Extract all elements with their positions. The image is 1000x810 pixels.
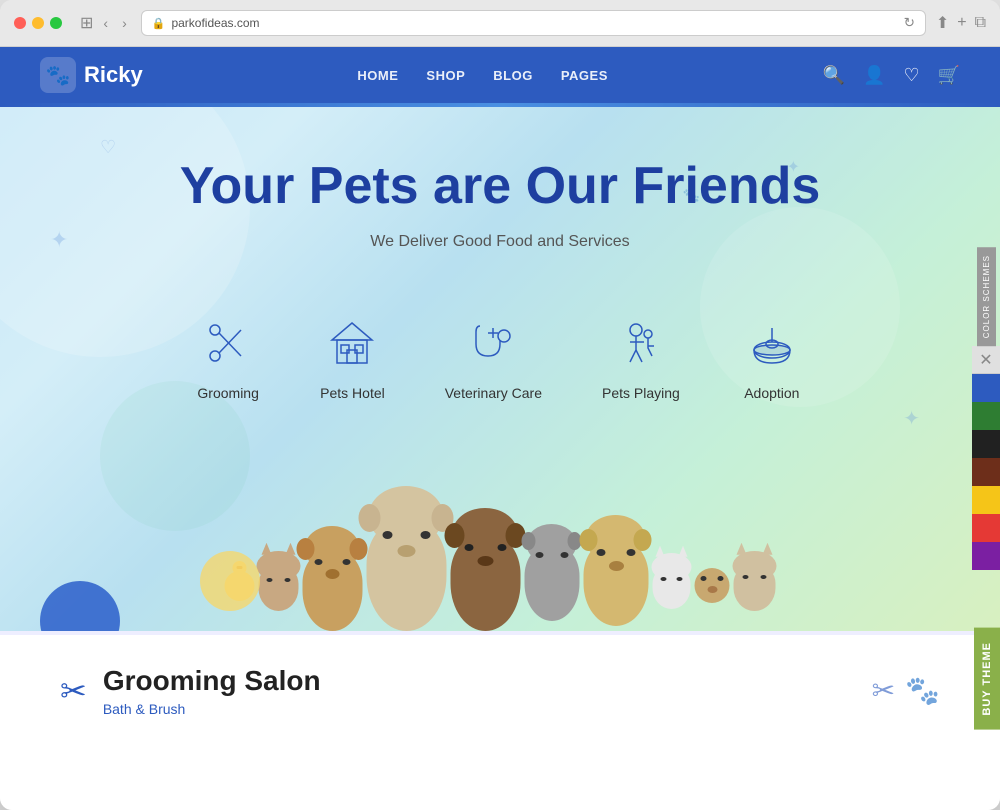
- browser-window: ⊞ ‹ › 🔒 parkofideas.com ↻ ⬆ + ⧉ 🐾 Ricky: [0, 0, 1000, 810]
- heart-icon[interactable]: ♡: [903, 65, 919, 86]
- pets-playing-icon: [616, 318, 666, 368]
- browser-dots: [14, 17, 62, 29]
- hotel-icon: [320, 311, 384, 375]
- grooming-section: ✂ Grooming Salon Bath & Brush ✂ 🐾: [0, 631, 1000, 747]
- pet-guinea: [695, 568, 730, 603]
- pet-puppy1: [303, 551, 363, 631]
- hero-content: Your Pets are Our Friends We Deliver Goo…: [60, 157, 940, 421]
- address-bar[interactable]: 🔒 parkofideas.com ↻: [141, 10, 926, 36]
- comb-deco: 🐾: [905, 674, 940, 707]
- browser-page: 🐾 Ricky HOME SHOP BLOG PAGES 🔍 👤 ♡ 🛒: [0, 47, 1000, 810]
- vet-icon: [461, 311, 525, 375]
- buy-theme-button[interactable]: Buy Theme: [974, 628, 1000, 730]
- service-playing-label: Pets Playing: [602, 385, 680, 401]
- browser-toolbar: ⊞ ‹ › 🔒 parkofideas.com ↻ ⬆ + ⧉: [0, 0, 1000, 47]
- square-icon[interactable]: ⊞: [80, 13, 93, 33]
- hero-section: ♡ ✦ ✦ 🐾 ✦ Your Pets are Our Friends We D…: [0, 107, 1000, 631]
- user-icon[interactable]: 👤: [863, 65, 885, 86]
- service-adoption[interactable]: Adoption: [710, 291, 834, 421]
- grooming-text: Grooming Salon Bath & Brush: [103, 665, 321, 717]
- playing-icon: [609, 311, 673, 375]
- bottom-yellow-circle: [200, 551, 260, 611]
- pet-row: [225, 521, 776, 631]
- pet-puppy2: [451, 536, 521, 631]
- color-scheme-blue[interactable]: [972, 374, 1000, 402]
- dot-close[interactable]: [14, 17, 26, 29]
- url-text: parkofideas.com: [171, 16, 259, 30]
- pet-cat3: [734, 565, 776, 611]
- hero-title: Your Pets are Our Friends: [60, 157, 940, 217]
- color-schemes-close[interactable]: ✕: [972, 346, 1000, 374]
- nav-item-home[interactable]: HOME: [357, 68, 398, 83]
- scissors-deco: ✂: [872, 674, 895, 707]
- site-nav: 🐾 Ricky HOME SHOP BLOG PAGES 🔍 👤 ♡ 🛒: [0, 47, 1000, 103]
- pet-puppy-center: [367, 521, 447, 631]
- grooming-section-icon: ✂: [60, 672, 87, 710]
- color-scheme-brown[interactable]: [972, 458, 1000, 486]
- refresh-button[interactable]: ↻: [904, 15, 915, 31]
- site-wrapper: 🐾 Ricky HOME SHOP BLOG PAGES 🔍 👤 ♡ 🛒: [0, 47, 1000, 810]
- cart-icon[interactable]: 🛒: [938, 65, 960, 86]
- deco-heart: ♡: [100, 137, 116, 158]
- color-scheme-red[interactable]: [972, 514, 1000, 542]
- back-button[interactable]: ‹: [99, 13, 112, 33]
- pet-cat2: [653, 567, 691, 609]
- services-row: Grooming: [60, 291, 940, 421]
- search-icon[interactable]: 🔍: [823, 65, 845, 86]
- nav-logo[interactable]: 🐾 Ricky: [40, 57, 143, 93]
- color-schemes-panel: COLOR SCHEMES ✕: [972, 247, 1000, 570]
- service-hotel[interactable]: Pets Hotel: [290, 291, 415, 421]
- new-tab-icon[interactable]: +: [957, 14, 966, 32]
- share-icon[interactable]: ⬆: [936, 13, 949, 33]
- logo-icon: 🐾: [40, 57, 76, 93]
- stethoscope-icon: [468, 318, 518, 368]
- grooming-subtitle: Bath & Brush: [103, 701, 321, 717]
- pet-wolf: [525, 546, 580, 621]
- browser-actions: ⬆ + ⧉: [936, 13, 986, 33]
- service-hotel-label: Pets Hotel: [320, 385, 385, 401]
- color-scheme-yellow[interactable]: [972, 486, 1000, 514]
- lock-icon: 🔒: [152, 17, 166, 30]
- grooming-title: Grooming Salon: [103, 665, 321, 697]
- scissors-icon: [203, 318, 253, 368]
- service-adoption-label: Adoption: [744, 385, 799, 401]
- forward-button[interactable]: ›: [118, 13, 131, 33]
- hero-subtitle: We Deliver Good Food and Services: [60, 233, 940, 251]
- nav-menu: HOME SHOP BLOG PAGES: [357, 68, 607, 83]
- nav-icons: 🔍 👤 ♡ 🛒: [823, 65, 960, 86]
- bowl-icon: [747, 318, 797, 368]
- service-vet-label: Veterinary Care: [445, 385, 542, 401]
- pet-cat1: [259, 566, 299, 611]
- service-grooming-label: Grooming: [197, 385, 258, 401]
- logo-text: Ricky: [84, 62, 143, 88]
- browser-controls: ⊞ ‹ ›: [80, 13, 131, 33]
- service-grooming[interactable]: Grooming: [166, 291, 290, 421]
- tabs-icon[interactable]: ⧉: [975, 14, 986, 32]
- pet-lab: [584, 541, 649, 626]
- service-playing[interactable]: Pets Playing: [572, 291, 710, 421]
- dot-minimize[interactable]: [32, 17, 44, 29]
- nav-item-shop[interactable]: SHOP: [426, 68, 465, 83]
- animals-container: [60, 431, 940, 631]
- grooming-icon: [196, 311, 260, 375]
- nav-item-blog[interactable]: BLOG: [493, 68, 533, 83]
- service-vet[interactable]: Veterinary Care: [415, 291, 572, 421]
- color-schemes-label: COLOR SCHEMES: [977, 247, 996, 346]
- house-icon: [327, 318, 377, 368]
- color-scheme-black[interactable]: [972, 430, 1000, 458]
- color-scheme-green[interactable]: [972, 402, 1000, 430]
- grooming-right: ✂ 🐾: [872, 674, 940, 707]
- dot-fullscreen[interactable]: [50, 17, 62, 29]
- color-scheme-purple[interactable]: [972, 542, 1000, 570]
- nav-item-pages[interactable]: PAGES: [561, 68, 608, 83]
- adoption-icon: [740, 311, 804, 375]
